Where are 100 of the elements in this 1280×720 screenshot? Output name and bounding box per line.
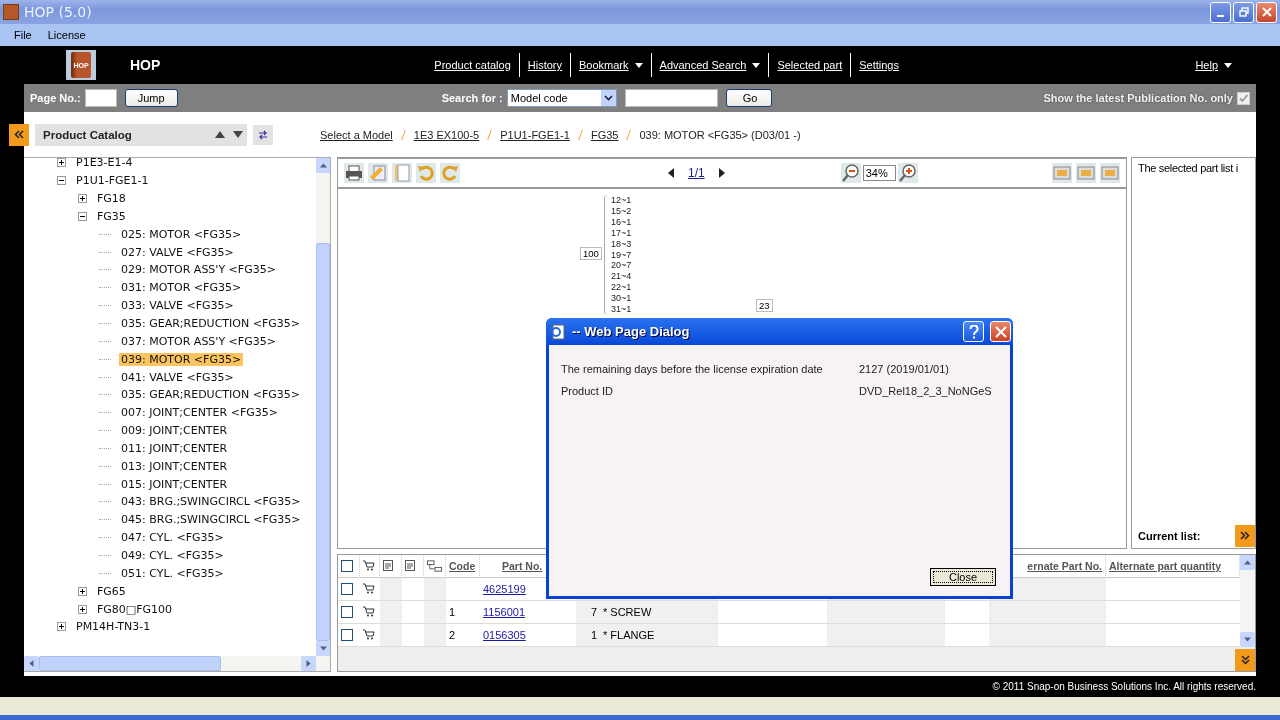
help-link[interactable]: Help (1187, 59, 1240, 71)
jump-button[interactable]: Jump (124, 89, 178, 107)
checkbox[interactable] (341, 559, 353, 572)
tree-item[interactable]: P1U1-FGE1-1 (74, 174, 151, 188)
tree-item[interactable]: 031: MOTOR <FG35> (119, 281, 244, 295)
tree-item[interactable]: P1E3-E1-4 (74, 158, 135, 170)
tree-item[interactable]: 051: CYL. <FG35> (119, 566, 226, 580)
cart-icon[interactable] (363, 606, 375, 618)
search-type-dropdown[interactable]: Model code (506, 89, 617, 107)
collapse-icon[interactable] (57, 176, 66, 186)
expand-panel-button[interactable] (1235, 524, 1255, 547)
breadcrumb-link[interactable]: Select a Model (320, 128, 393, 141)
minimize-button[interactable] (1210, 1, 1231, 23)
diagram-label: 12~1 (611, 195, 632, 206)
nav-link[interactable]: Bookmark (571, 59, 651, 71)
cart-icon[interactable] (363, 583, 375, 595)
info-value: 2127 (2019/01/01) (859, 363, 949, 375)
checkbox[interactable] (341, 582, 353, 595)
zoom-field[interactable]: 34% (862, 165, 896, 181)
page-number-label: Page No.: (30, 92, 81, 104)
down-arrow-icon[interactable] (233, 131, 243, 138)
close-dialog-button[interactable]: Close (930, 568, 996, 586)
tree-item[interactable]: 013: JOINT;CENTER (119, 459, 230, 473)
tree-item[interactable]: 045: BRG.;SWINGCIRCL <FG35> (119, 513, 303, 527)
page-number-field[interactable] (84, 89, 117, 107)
part-number-link[interactable]: 1156001 (483, 605, 525, 618)
checkbox[interactable] (341, 605, 353, 618)
list-icon[interactable] (383, 560, 393, 572)
tree-item[interactable]: 025: MOTOR <FG35> (119, 227, 244, 241)
swap-button[interactable] (253, 124, 273, 145)
maximize-button[interactable] (1233, 1, 1254, 23)
panel-title: Product Catalog (43, 128, 132, 141)
close-button[interactable] (990, 321, 1011, 342)
cart-icon[interactable] (363, 629, 375, 641)
dialog-title: -- Web Page Dialog (572, 324, 690, 339)
previous-page-icon[interactable] (668, 168, 674, 178)
tree-item[interactable]: 039: MOTOR <FG35> (119, 352, 244, 366)
expand-icon[interactable] (57, 622, 66, 632)
column-header[interactable]: Alternate part quantity (1106, 554, 1240, 578)
tree-item[interactable]: 011: JOINT;CENTER (119, 441, 230, 455)
up-arrow-icon[interactable] (215, 131, 225, 138)
nav-link[interactable]: Advanced Search (651, 59, 769, 71)
tree-item[interactable]: 033: VALVE <FG35> (119, 299, 236, 313)
nav-link[interactable]: Settings (851, 59, 907, 71)
tree-item[interactable]: 027: VALVE <FG35> (119, 245, 236, 259)
expand-table-button[interactable] (1235, 649, 1255, 671)
collapse-panel-button[interactable] (9, 123, 29, 146)
expand-icon[interactable] (78, 604, 87, 614)
tree-item[interactable]: 037: MOTOR ASS'Y <FG35> (119, 334, 278, 348)
tree-item[interactable]: 047: CYL. <FG35> (119, 531, 226, 545)
column-header[interactable]: Code (446, 554, 480, 578)
vertical-scrollbar[interactable] (1240, 554, 1255, 647)
printer-icon[interactable] (344, 163, 364, 183)
help-button[interactable] (963, 321, 984, 342)
breadcrumb-link[interactable]: 1E3 EX100-5 (413, 128, 480, 141)
horizontal-scrollbar[interactable] (24, 656, 330, 671)
vertical-scrollbar[interactable] (316, 158, 330, 656)
expand-icon[interactable] (78, 194, 87, 204)
breadcrumb-link[interactable]: P1U1-FGE1-1 (500, 128, 570, 141)
nav-link[interactable]: Selected part (769, 59, 851, 71)
tree-item[interactable]: 029: MOTOR ASS'Y <FG35> (119, 263, 278, 277)
diagram-label: 21~4 (611, 271, 632, 283)
zoom-out-icon[interactable] (840, 163, 861, 183)
go-button[interactable]: Go (725, 89, 772, 107)
hierarchy-icon[interactable] (427, 559, 442, 572)
tree-item[interactable]: 049: CYL. <FG35> (119, 549, 226, 562)
page-number-link[interactable]: 1/1 (688, 166, 705, 180)
tree-item[interactable]: 041: VALVE <FG35> (119, 370, 236, 384)
nav-link[interactable]: Product catalog (426, 59, 519, 71)
tree-item[interactable]: 007: JOINT;CENTER <FG35> (119, 406, 280, 420)
menu-item[interactable]: License (39, 29, 94, 41)
expand-icon[interactable] (57, 158, 66, 168)
nav-link[interactable]: History (519, 59, 570, 71)
tree-item[interactable]: FG80□FG100 (95, 602, 175, 616)
part-number-link[interactable]: 4625199 (483, 582, 526, 595)
tree-item[interactable]: 015: JOINT;CENTER (119, 477, 230, 491)
tree-item[interactable]: FG35 (95, 209, 128, 223)
tree-item[interactable]: FG65 (95, 584, 128, 598)
zoom-in-icon[interactable] (897, 163, 918, 183)
list-icon[interactable] (405, 560, 415, 572)
search-field[interactable] (624, 89, 718, 107)
tree-item[interactable]: FG18 (95, 192, 128, 206)
tree-item[interactable]: PM14H-TN3-1 (74, 620, 153, 634)
next-page-icon[interactable] (718, 168, 725, 178)
diagram-label: 18~3 (611, 238, 632, 250)
window-title: HOP (5.0) (24, 4, 92, 20)
double-chevron-icon (1240, 655, 1250, 665)
menu-item[interactable]: File (6, 29, 40, 41)
cart-icon[interactable] (363, 560, 375, 572)
tree-item[interactable]: 009: JOINT;CENTER (119, 424, 230, 438)
tree-item[interactable]: 035: GEAR;REDUCTION <FG35> (119, 388, 302, 402)
tree-item[interactable]: 043: BRG.;SWINGCIRCL <FG35> (119, 495, 303, 509)
expand-icon[interactable] (78, 586, 87, 596)
close-button[interactable] (1256, 1, 1277, 23)
collapse-icon[interactable] (78, 211, 87, 221)
checkbox[interactable] (341, 628, 353, 641)
part-number-link[interactable]: 0156305 (483, 628, 526, 641)
breadcrumb-link[interactable]: FG35 (590, 128, 619, 141)
tree-item[interactable]: 035: GEAR;REDUCTION <FG35> (119, 317, 302, 330)
latest-only-checkbox[interactable] (1237, 91, 1250, 105)
